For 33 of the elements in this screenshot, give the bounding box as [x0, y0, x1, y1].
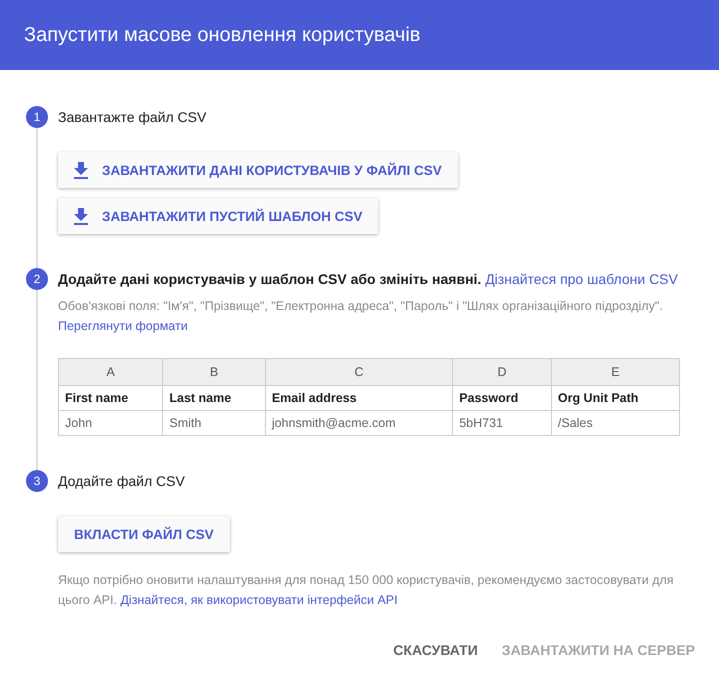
download-button[interactable]: ЗАВАНТАЖИТИ ДАНІ КОРИСТУВАЧІВ У ФАЙЛІ CSV — [58, 152, 458, 188]
step-number: 2 — [26, 268, 48, 290]
column-header: E — [551, 358, 680, 386]
column-header: D — [452, 358, 552, 386]
step-title: Додайте файл CSV — [58, 472, 186, 491]
column-header: C — [265, 358, 453, 386]
dialog-action-button[interactable]: СКАСУВАТИ — [393, 636, 478, 664]
table-cell: Last name — [162, 386, 266, 410]
download-icon — [74, 162, 88, 178]
templates-link[interactable]: Дізнайтеся про шаблони CSV — [485, 271, 678, 287]
formats-link[interactable]: Переглянути формати — [58, 319, 188, 333]
table-cell: johnsmith@acme.com — [265, 410, 453, 436]
column-header: B — [162, 358, 266, 386]
step-title: Додайте дані користувачів у шаблон CSV або змініть наявні. Дізнайтеся про шаблони CSV — [58, 270, 679, 289]
table-cell: Smith — [162, 410, 266, 436]
api-note: Якщо потрібно оновити налаштування для понад 150 000 користувачів, рекомендуємо застосовувати для цього API. Дізнайтеся, як використовувати інтерфейси API — [58, 572, 675, 609]
download-icon — [74, 208, 88, 224]
step-title: Завантажте файл CSV — [58, 108, 208, 127]
table-cell: Org Unit Path — [551, 386, 680, 410]
table-cell: First name — [58, 386, 163, 410]
step-number: 3 — [26, 470, 48, 492]
dialog-title: Запустити масове оновлення користувачів — [24, 24, 420, 46]
api-link[interactable]: Дізнайтеся, як використовувати інтерфейси API — [120, 593, 398, 607]
table-cell: Email address — [265, 386, 453, 410]
download-button[interactable]: ЗАВАНТАЖИТИ ПУСТИЙ ШАБЛОН CSV — [58, 198, 378, 234]
table-cell: Password — [452, 386, 552, 410]
table-cell: John — [58, 410, 163, 436]
required-fields-hint: Обов'язкові поля: "Ім'я", "Прізвище", "Електронна адреса", "Пароль" і "Шлях організаційного підрозділу". Переглянути формати — [58, 298, 664, 335]
step-number: 1 — [26, 106, 48, 128]
column-header: A — [58, 358, 163, 386]
attach-file-button[interactable]: ВКЛАСТИ ФАЙЛ CSV — [58, 516, 230, 552]
table-cell: /Sales — [551, 410, 680, 436]
table-cell: 5bH731 — [452, 410, 552, 436]
